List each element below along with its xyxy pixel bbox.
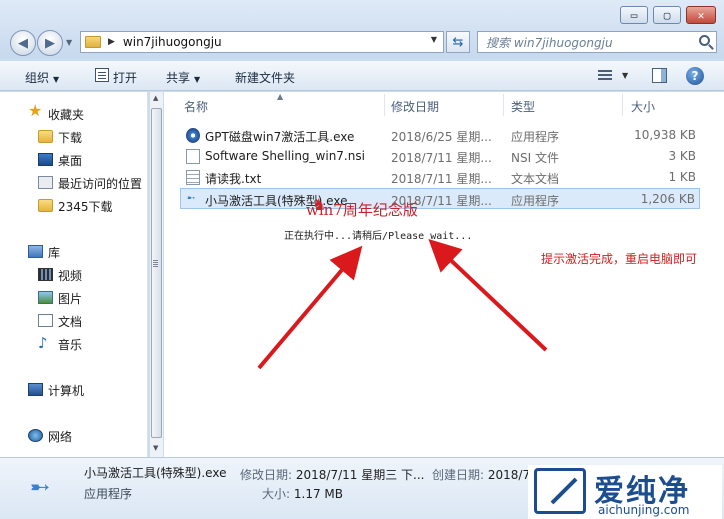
arrow-right — [428, 239, 548, 352]
details-created-label: 创建日期: — [432, 468, 485, 482]
annotation-arrows — [257, 239, 548, 370]
details-modified-value: 2018/7/11 星期三 下... — [295, 468, 425, 482]
watermark: 爱纯净 aichunjing.com — [528, 465, 722, 519]
details-modified-label: 修改日期: — [240, 468, 293, 482]
watermark-logo-icon — [534, 468, 586, 514]
details-size: 大小: 1.17 MB — [262, 485, 343, 502]
details-file-type: 应用程序 — [84, 487, 133, 501]
details-modified: 修改日期: 2018/7/11 星期三 下... — [240, 466, 424, 483]
details-created: 创建日期: 2018/7 — [432, 466, 530, 483]
horse-exe-large-icon: ➸ — [30, 473, 51, 501]
details-size-label: 大小: — [262, 487, 291, 501]
details-created-value: 2018/7 — [487, 468, 531, 482]
details-size-value: 1.17 MB — [293, 487, 343, 501]
arrow-left — [257, 245, 363, 370]
details-file-name: 小马激活工具(特殊型).exe — [84, 466, 227, 480]
watermark-url: aichunjing.com — [598, 503, 690, 517]
